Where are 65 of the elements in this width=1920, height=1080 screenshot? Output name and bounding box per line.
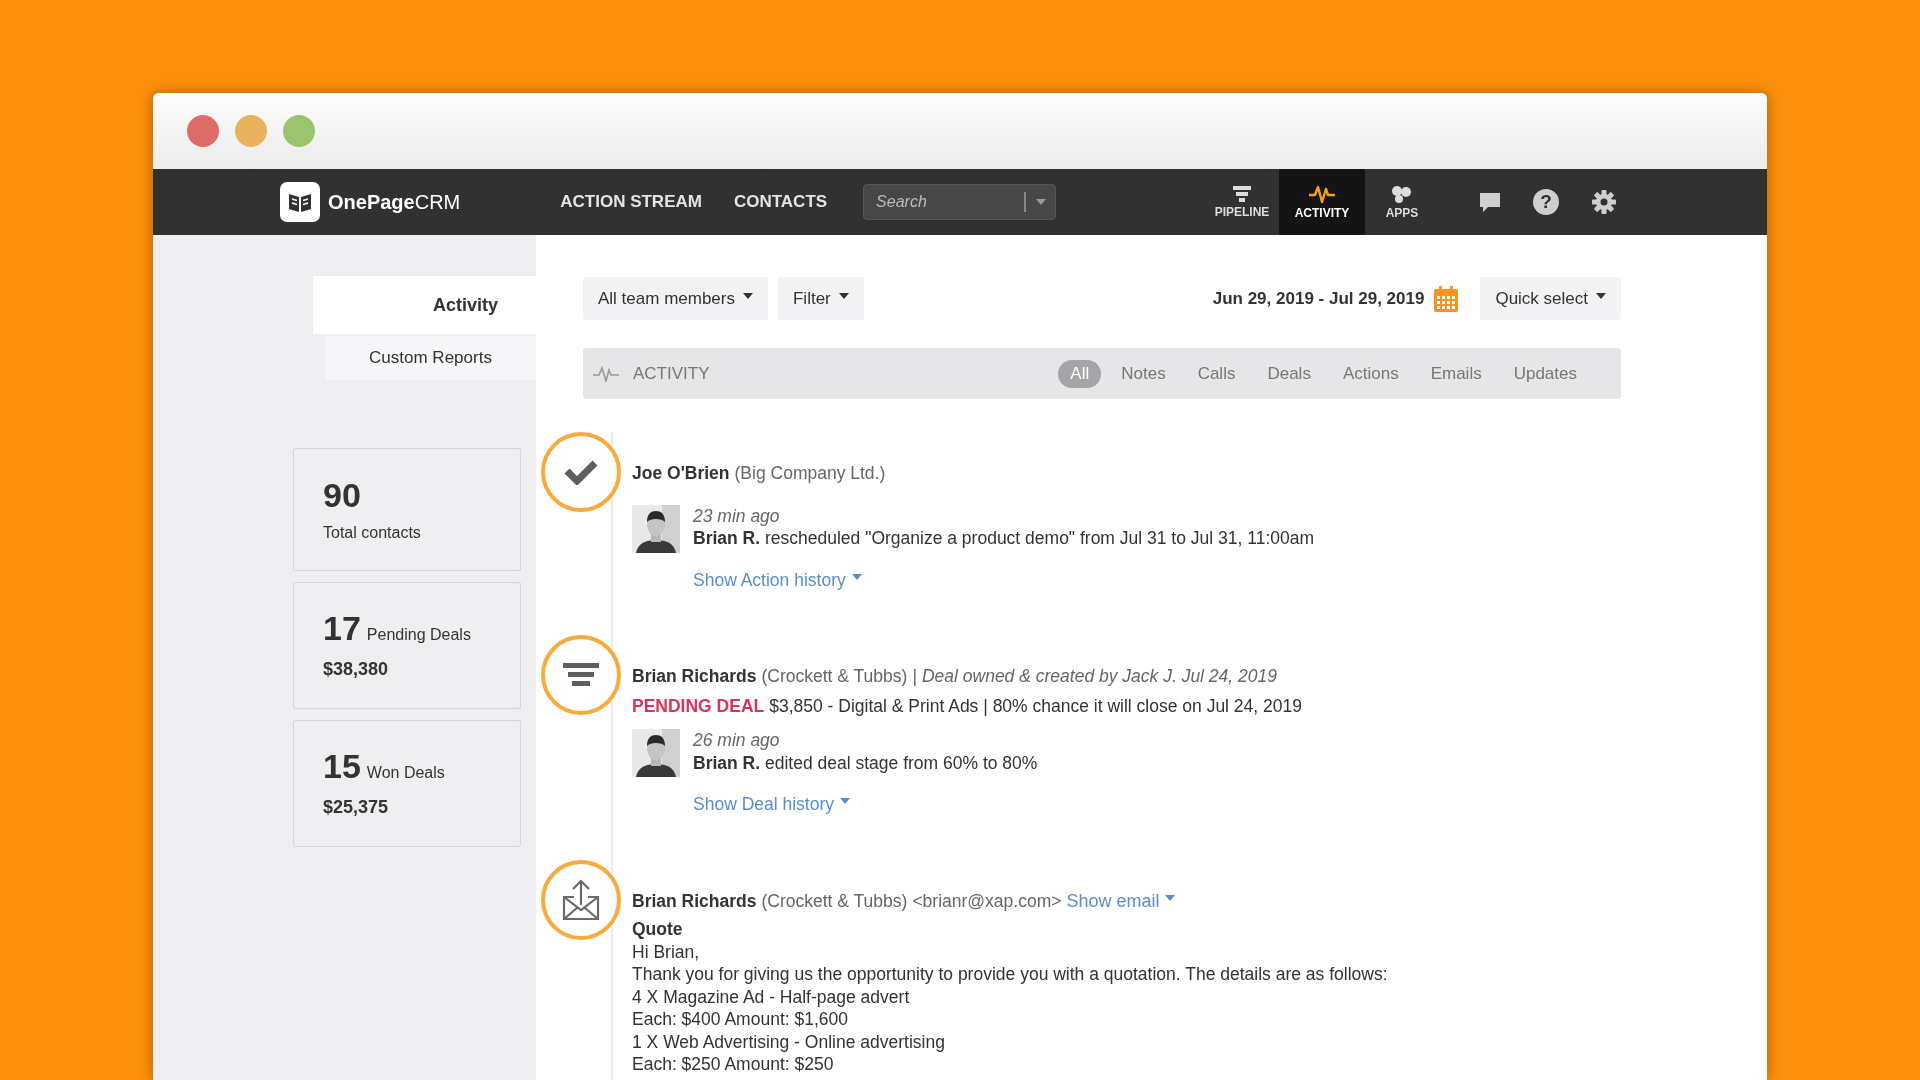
filter-tab[interactable]: Calls xyxy=(1185,359,1248,388)
quick-select-dropdown[interactable]: Quick select xyxy=(1480,277,1621,320)
activity-message: Brian R. edited deal stage from 60% to 80% xyxy=(693,751,1038,774)
company-name: (Crockett & Tubbs) xyxy=(761,665,908,688)
close-button[interactable] xyxy=(187,115,219,147)
email-line: Each: $250 Amount: $250 xyxy=(632,1053,835,1076)
nav-link[interactable]: CONTACTS xyxy=(733,192,828,212)
sidebar-tab[interactable]: Custom Reports xyxy=(325,336,536,380)
filter-tab[interactable]: Actions xyxy=(1330,359,1411,388)
logo-icon xyxy=(280,182,320,222)
funnel-icon xyxy=(1233,185,1251,202)
stat-number: 15 xyxy=(323,749,361,783)
minimize-button[interactable] xyxy=(235,115,267,147)
chat-icon[interactable] xyxy=(1479,191,1501,213)
date-range: Jun 29, 2019 - Jul 29, 2019 xyxy=(1212,288,1425,309)
pulse-icon xyxy=(1309,184,1335,203)
nav-tab[interactable]: APPS xyxy=(1365,169,1439,235)
nav-tab[interactable]: PIPELINE xyxy=(1205,169,1279,235)
activity-message: Brian R. rescheduled "Organize a product demo" from Jul 31 to Jul 31, 11:00am xyxy=(693,527,1315,550)
email-subject: Quote xyxy=(632,918,684,941)
contact-name[interactable]: Joe O'Brien xyxy=(632,462,730,485)
filter-tab[interactable]: Emails xyxy=(1418,359,1494,388)
filter-dropdown[interactable]: Filter xyxy=(778,277,864,320)
deal-status: PENDING DEAL xyxy=(632,694,765,717)
maximize-button[interactable] xyxy=(283,115,315,147)
team-dropdown[interactable]: All team members xyxy=(583,277,768,320)
stat-label: Won Deals xyxy=(366,764,445,782)
envelope-upload-icon xyxy=(562,878,600,921)
company-name: (Crockett & Tubbs) xyxy=(761,889,908,912)
deal-note: Deal owned & created by Jack J. Jul 24, 2019 xyxy=(921,665,1277,688)
funnel-icon xyxy=(563,663,599,687)
stat-amount: $38,380 xyxy=(323,659,390,680)
stat-number: 90 xyxy=(323,477,362,512)
checkmark-icon xyxy=(564,459,598,485)
nav-tab[interactable]: ACTIVITY xyxy=(1279,169,1365,235)
filter-tab[interactable]: Updates xyxy=(1501,359,1589,388)
apps-icon xyxy=(1391,184,1413,203)
separator: | xyxy=(912,665,917,688)
pulse-icon xyxy=(593,365,619,382)
activity-heading: ACTIVITY xyxy=(633,363,710,384)
company-name: (Big Company Ltd.) xyxy=(734,462,886,485)
nav-link[interactable]: ACTION STREAM xyxy=(560,192,702,212)
email-line: Each: $400 Amount: $1,600 xyxy=(632,1008,849,1031)
filter-tab[interactable]: Deals xyxy=(1255,359,1323,388)
email-line: 4 X Magazine Ad - Half-page advert xyxy=(632,985,911,1008)
contact-name[interactable]: Brian Richards xyxy=(632,889,757,912)
dropdown-caret-icon[interactable] xyxy=(1024,192,1047,212)
calendar-icon[interactable] xyxy=(1434,285,1459,312)
email-address: <brianr@xap.com> xyxy=(912,889,1062,912)
timestamp: 23 min ago xyxy=(693,504,781,527)
email-line: 1 X Web Advertising - Online advertising xyxy=(632,1030,946,1053)
stat-number: 17 xyxy=(323,611,361,645)
help-icon[interactable]: ? xyxy=(1533,189,1559,215)
filter-tab[interactable]: Notes xyxy=(1109,359,1178,388)
contact-name[interactable]: Brian Richards xyxy=(632,665,757,688)
email-line: Hi Brian, xyxy=(632,940,701,963)
sidebar-tab[interactable]: Activity xyxy=(313,276,536,334)
brand-name: OnePageCRM xyxy=(328,190,461,214)
timestamp: 26 min ago xyxy=(693,729,781,752)
stat-label: Total contacts xyxy=(323,523,422,542)
email-line: Thank you for giving us the opportunity to provide you with a quotation. The details are as follows: xyxy=(632,963,1388,986)
stat-label: Pending Deals xyxy=(366,626,471,644)
stat-amount: $25,375 xyxy=(323,797,390,818)
search-field[interactable]: Search xyxy=(863,184,1057,220)
deal-details: $3,850 - Digital & Print Ads | 80% chance it will close on Jul 24, 2019 xyxy=(769,694,1302,717)
